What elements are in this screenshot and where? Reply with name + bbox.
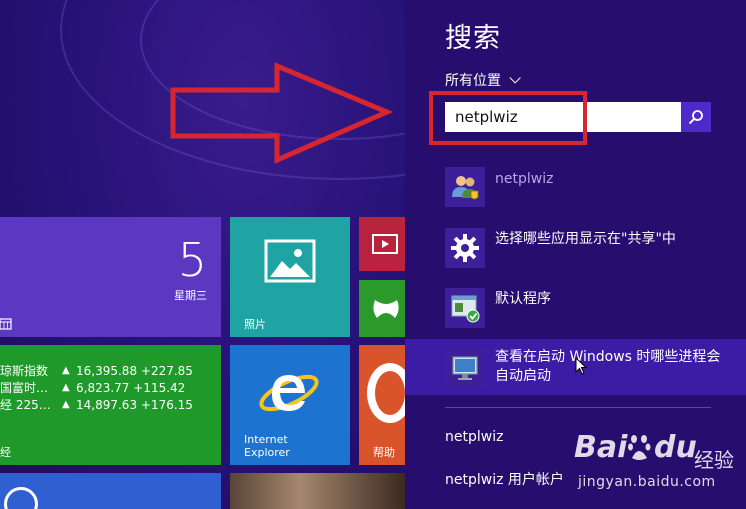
search-result-netplwiz[interactable]: netplwiz (405, 162, 746, 214)
calendar-icon (0, 315, 12, 330)
xbox-icon (371, 296, 401, 326)
search-suggestion[interactable]: netplwiz 用户帐户 (445, 469, 564, 489)
photo-icon (264, 239, 316, 287)
games-tile[interactable] (359, 280, 405, 337)
default-programs-icon (445, 288, 485, 328)
baidu-watermark: Bai du 经验 jingyan.baidu.com (572, 430, 742, 502)
finance-index-name: 经 225… (0, 398, 51, 412)
finance-row: 经 225… ▲ 14,897.63 +176.15 (0, 397, 221, 413)
help-tile[interactable]: 帮助 (359, 345, 405, 465)
result-text: 默认程序 (495, 291, 551, 307)
sports-tile[interactable] (230, 473, 405, 509)
result-text: 选择哪些应用显示在"共享"中 (495, 231, 676, 247)
search-suggestion[interactable]: netplwiz (445, 429, 503, 445)
finance-tile[interactable]: 琼斯指数 ▲ 16,395.88 +227.85 国富时… ▲ 6,823.77 +115… (0, 345, 221, 465)
mouse-cursor-icon (575, 357, 587, 375)
search-icon (688, 110, 703, 125)
finance-label: 经 (0, 446, 11, 459)
result-text: netplwiz (495, 171, 554, 187)
finance-up-icon: ▲ (62, 382, 70, 393)
finance-index-value: 14,897.63 +176.15 (76, 398, 193, 412)
calendar-weekday: 星期三 (174, 289, 207, 302)
photos-label: 照片 (244, 318, 266, 331)
finance-up-icon: ▲ (62, 399, 70, 410)
search-scope-dropdown[interactable]: 所有位置 (445, 70, 521, 90)
annotation-highlight-box (429, 91, 587, 145)
photos-tile[interactable]: 照片 (230, 217, 350, 337)
weather-tile[interactable] (0, 473, 221, 509)
watermark-du: du (654, 430, 697, 465)
finance-up-icon: ▲ (62, 365, 70, 376)
gear-icon (445, 228, 485, 268)
help-label: 帮助 (373, 446, 395, 459)
search-result-default-programs[interactable]: 默认程序 (405, 282, 746, 334)
finance-index-name: 国富时… (0, 381, 49, 395)
chevron-down-icon (509, 72, 521, 84)
search-result-share-apps[interactable]: 选择哪些应用显示在"共享"中 (405, 222, 746, 274)
help-icon (367, 363, 405, 423)
finance-row: 琼斯指数 ▲ 16,395.88 +227.85 (0, 363, 221, 379)
watermark-jingyan: 经验 (694, 448, 734, 472)
charm-title: 搜索 (445, 23, 501, 54)
ie-icon (258, 363, 320, 427)
watermark-brand: Bai (574, 430, 628, 465)
search-button[interactable] (681, 102, 711, 132)
watermark-url: jingyan.baidu.com (578, 474, 716, 490)
search-scope-label: 所有位置 (445, 73, 501, 89)
finance-index-value: 16,395.88 +227.85 (76, 364, 193, 378)
results-separator (445, 407, 711, 408)
finance-row: 国富时… ▲ 6,823.77 +115.42 (0, 380, 221, 396)
monitor-icon (445, 348, 485, 388)
result-text: 查看在启动 Windows 时哪些进程会自动启动 (495, 349, 721, 384)
weather-icon (4, 487, 38, 509)
finance-index-value: 6,823.77 +115.42 (76, 381, 186, 395)
ie-tile[interactable]: Internet Explorer (230, 345, 350, 465)
paw-icon (628, 435, 651, 460)
search-result-startup-processes[interactable]: 查看在启动 Windows 时哪些进程会自动启动 (405, 339, 746, 395)
ie-label: Internet Explorer (244, 433, 290, 459)
finance-index-name: 琼斯指数 (0, 364, 49, 378)
calendar-tile[interactable]: 5 星期三 (0, 217, 221, 337)
video-tile[interactable] (359, 217, 405, 271)
annotation-arrow-icon (170, 62, 394, 164)
users-icon (445, 167, 485, 207)
calendar-day: 5 (177, 233, 207, 287)
video-icon (372, 234, 398, 258)
